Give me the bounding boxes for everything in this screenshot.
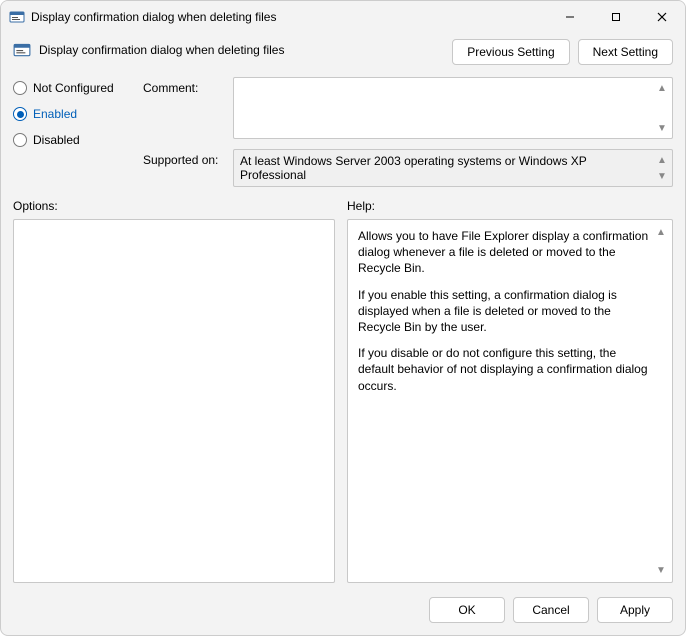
nav-buttons: Previous Setting Next Setting — [13, 39, 673, 65]
scroll-up-icon[interactable]: ▲ — [654, 80, 670, 96]
fields-section: Comment: ▲ ▼ Supported on: At least Wind… — [143, 77, 673, 187]
supported-on-text: At least Windows Server 2003 operating s… — [233, 149, 673, 187]
radio-enabled[interactable]: Enabled — [13, 107, 131, 121]
panels-section: Allows you to have File Explorer display… — [13, 219, 673, 583]
options-panel — [13, 219, 335, 583]
help-label: Help: — [347, 199, 673, 213]
help-paragraph: Allows you to have File Explorer display… — [358, 228, 652, 277]
supported-row: Supported on: At least Windows Server 20… — [143, 149, 673, 187]
policy-icon — [9, 9, 25, 25]
close-button[interactable] — [639, 1, 685, 33]
policy-editor-window: Display confirmation dialog when deletin… — [0, 0, 686, 636]
ok-button[interactable]: OK — [429, 597, 505, 623]
apply-button[interactable]: Apply — [597, 597, 673, 623]
radio-dot-icon — [13, 133, 27, 147]
scroll-up-icon[interactable]: ▲ — [653, 224, 669, 240]
help-paragraph: If you disable or do not configure this … — [358, 345, 652, 394]
radio-dot-icon — [13, 107, 27, 121]
comment-textarea[interactable]: ▲ ▼ — [233, 77, 673, 139]
next-setting-button[interactable]: Next Setting — [578, 39, 673, 65]
radio-disabled[interactable]: Disabled — [13, 133, 131, 147]
titlebar: Display confirmation dialog when deletin… — [1, 1, 685, 33]
minimize-button[interactable] — [547, 1, 593, 33]
help-paragraph: If you enable this setting, a confirmati… — [358, 287, 652, 336]
content-area: Display confirmation dialog when deletin… — [1, 33, 685, 635]
window-title: Display confirmation dialog when deletin… — [31, 10, 276, 24]
radio-label: Not Configured — [33, 81, 114, 95]
radio-not-configured[interactable]: Not Configured — [13, 81, 131, 95]
radio-label: Disabled — [33, 133, 80, 147]
scroll-down-icon[interactable]: ▼ — [653, 562, 669, 578]
radio-label: Enabled — [33, 107, 77, 121]
help-panel: Allows you to have File Explorer display… — [347, 219, 673, 583]
supported-label: Supported on: — [143, 149, 223, 187]
dialog-footer: OK Cancel Apply — [13, 589, 673, 623]
radio-dot-icon — [13, 81, 27, 95]
comment-row: Comment: ▲ ▼ — [143, 77, 673, 139]
panel-labels: Options: Help: — [13, 199, 673, 213]
previous-setting-button[interactable]: Previous Setting — [452, 39, 569, 65]
options-label: Options: — [13, 199, 335, 213]
scroll-up-icon[interactable]: ▲ — [654, 152, 670, 168]
maximize-button[interactable] — [593, 1, 639, 33]
upper-section: Not Configured Enabled Disabled Comment:… — [13, 77, 673, 187]
cancel-button[interactable]: Cancel — [513, 597, 589, 623]
supported-value: At least Windows Server 2003 operating s… — [240, 154, 587, 182]
scroll-down-icon[interactable]: ▼ — [654, 120, 670, 136]
scroll-down-icon[interactable]: ▼ — [654, 168, 670, 184]
state-radio-group: Not Configured Enabled Disabled — [13, 77, 131, 187]
comment-label: Comment: — [143, 77, 223, 139]
